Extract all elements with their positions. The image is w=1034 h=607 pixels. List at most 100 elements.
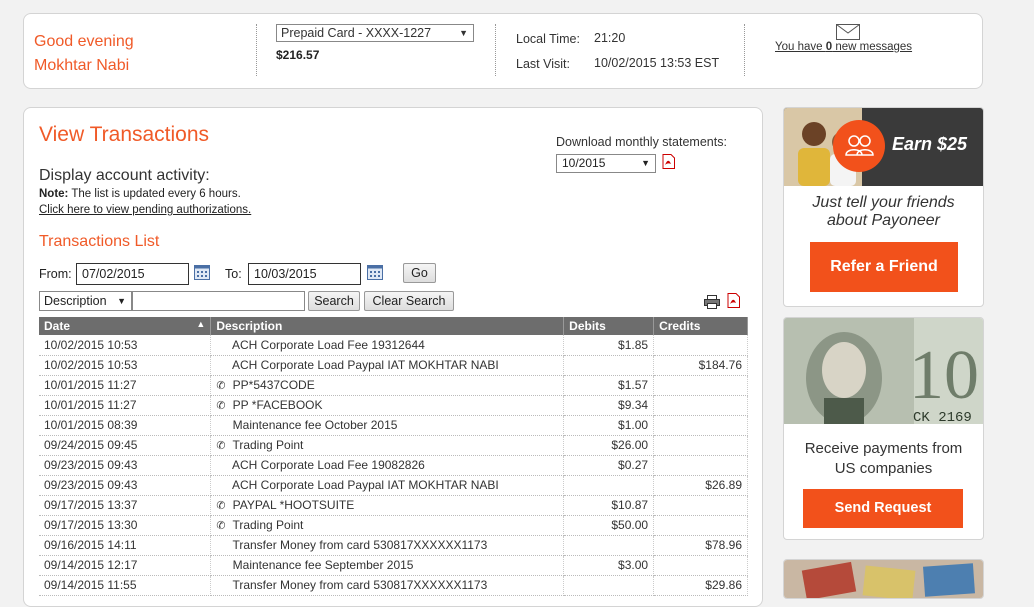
statement-month-select[interactable]: 10/2015 ▼ — [556, 154, 656, 173]
card-balance: $216.57 — [276, 48, 320, 62]
transactions-panel: View Transactions Download monthly state… — [23, 107, 763, 607]
dropdown-arrow-icon: ▼ — [641, 158, 650, 168]
search-input[interactable] — [132, 291, 305, 311]
cell-date: 09/16/2015 14:11 — [39, 535, 212, 556]
cell-description: Maintenance fee September 2015 — [210, 555, 565, 576]
phone-icon: ✆ — [216, 400, 226, 412]
table-row[interactable]: 09/23/2015 09:43 ACH Corporate Load Payp… — [39, 475, 748, 496]
cell-credit — [653, 495, 748, 516]
cell-debit — [563, 575, 655, 596]
user-name: Mokhtar Nabi — [34, 57, 130, 74]
last-visit-value: 10/02/2015 13:53 EST — [594, 56, 720, 70]
cell-debit: $50.00 — [563, 515, 655, 536]
cell-date: 09/23/2015 09:43 — [39, 455, 212, 476]
cell-date: 09/17/2015 13:30 — [39, 515, 212, 536]
table-row[interactable]: 09/24/2015 09:45 ✆ Trading Point $26.00 — [39, 435, 748, 456]
card-select[interactable]: Prepaid Card - XXXX-1227 ▼ — [276, 24, 474, 42]
refer-a-friend-promo: Earn $25 Just tell your friends about Pa… — [783, 107, 984, 307]
cell-debit: $0.27 — [563, 455, 655, 476]
clear-search-button[interactable]: Clear Search — [364, 291, 454, 311]
cell-date: 09/14/2015 12:17 — [39, 555, 212, 576]
cell-debit — [563, 355, 655, 376]
column-header-description[interactable]: Description — [210, 317, 565, 335]
cell-date: 09/24/2015 09:45 — [39, 435, 212, 456]
cell-description: ACH Corporate Load Paypal IAT MOKHTAR NA… — [210, 355, 565, 376]
column-header-credits[interactable]: Credits — [653, 317, 748, 335]
divider — [744, 24, 745, 76]
sort-icon[interactable]: ▲ — [196, 319, 205, 329]
pending-authorizations-link[interactable]: Click here to view pending authorization… — [39, 204, 251, 216]
table-row[interactable]: 10/01/2015 11:27 ✆ PP*5437CODE $1.57 — [39, 375, 748, 396]
table-row[interactable]: 10/01/2015 08:39 Maintenance fee October… — [39, 415, 748, 436]
calendar-icon[interactable] — [194, 265, 210, 280]
from-date-input[interactable]: 07/02/2015 — [76, 263, 189, 285]
greeting: Good evening Mokhtar Nabi — [34, 30, 134, 78]
table-row[interactable]: 10/02/2015 10:53 ACH Corporate Load Fee … — [39, 335, 748, 356]
local-time-value: 21:20 — [594, 31, 626, 45]
promo-photo — [784, 560, 983, 598]
page-title: View Transactions — [39, 123, 210, 146]
cell-debit — [563, 475, 655, 496]
receive-payments-promo: 10 CK 2169 Receive payments from US comp… — [783, 317, 984, 540]
phone-icon: ✆ — [216, 380, 226, 392]
cell-date: 10/02/2015 10:53 — [39, 335, 212, 356]
cell-description: ✆ Trading Point — [210, 515, 565, 536]
cell-debit: $10.87 — [563, 495, 655, 516]
cell-credit — [653, 515, 748, 536]
phone-icon: ✆ — [216, 520, 226, 532]
table-row[interactable]: 09/17/2015 13:37 ✆ PAYPAL *HOOTSUITE $10.8… — [39, 495, 748, 516]
cell-debit — [563, 535, 655, 556]
transactions-table: Date ▲ Description Debits Credits 10/02/2… — [39, 317, 748, 596]
cell-date: 10/02/2015 10:53 — [39, 355, 212, 376]
to-date-input[interactable]: 10/03/2015 — [248, 263, 361, 285]
banknote-photo: 10 CK 2169 — [784, 318, 983, 424]
calendar-icon[interactable] — [367, 265, 383, 280]
table-row[interactable]: 10/01/2015 11:27 ✆ PP *FACEBOOK $9.34 — [39, 395, 748, 416]
table-header-row: Date ▲ Description Debits Credits — [39, 317, 748, 335]
greeting-text: Good evening — [34, 33, 134, 50]
envelope-icon[interactable] — [836, 24, 860, 40]
column-header-debits[interactable]: Debits — [563, 317, 655, 335]
table-row[interactable]: 10/02/2015 10:53 ACH Corporate Load Payp… — [39, 355, 748, 376]
receive-payments-text: Receive payments from US companies — [804, 440, 963, 477]
cell-debit: $1.85 — [563, 335, 655, 356]
promo-card-partial — [783, 559, 984, 599]
from-label: From: — [39, 267, 72, 281]
cell-credit — [653, 435, 748, 456]
banknote-serial: CK 2169 — [913, 410, 972, 424]
cell-description: Maintenance fee October 2015 — [210, 415, 565, 436]
column-header-date[interactable]: Date ▲ — [39, 317, 212, 335]
search-button[interactable]: Search — [308, 291, 360, 311]
local-time-label: Local Time: — [516, 32, 580, 46]
cell-debit: $9.34 — [563, 395, 655, 416]
table-row[interactable]: 09/14/2015 11:55 Transfer Money from car… — [39, 575, 748, 596]
cell-credit: $78.96 — [653, 535, 748, 556]
send-request-button[interactable]: Send Request — [803, 489, 963, 528]
dropdown-arrow-icon: ▼ — [459, 28, 468, 38]
messages-link[interactable]: You have 0 new messages — [775, 41, 912, 53]
last-visit-label: Last Visit: — [516, 57, 570, 71]
table-row[interactable]: 09/23/2015 09:43 ACH Corporate Load Fee … — [39, 455, 748, 476]
refer-a-friend-button[interactable]: Refer a Friend — [810, 242, 958, 292]
earn-badge: Earn $25 — [892, 134, 968, 154]
printer-icon[interactable] — [704, 295, 720, 309]
cell-debit: $3.00 — [563, 555, 655, 576]
phone-icon: ✆ — [216, 440, 226, 452]
cell-credit: $29.86 — [653, 575, 748, 596]
refer-promo-text: Just tell your friends about Payoneer — [812, 194, 955, 229]
go-button[interactable]: Go — [403, 263, 436, 283]
cell-date: 10/01/2015 11:27 — [39, 375, 212, 396]
pdf-icon[interactable] — [727, 293, 740, 308]
cell-description: ✆ PAYPAL *HOOTSUITE — [210, 495, 565, 516]
table-row[interactable]: 09/17/2015 13:30 ✆ Trading Point $50.00 — [39, 515, 748, 536]
search-field-select[interactable]: Description ▼ — [39, 291, 132, 311]
cell-description: Transfer Money from card 530817XXXXXX117… — [210, 535, 565, 556]
table-row[interactable]: 09/14/2015 12:17 Maintenance fee Septemb… — [39, 555, 748, 576]
cell-credit — [653, 395, 748, 416]
cell-description: Transfer Money from card 530817XXXXXX117… — [210, 575, 565, 596]
pdf-icon[interactable] — [662, 154, 675, 169]
cell-credit — [653, 455, 748, 476]
cell-debit: $1.00 — [563, 415, 655, 436]
table-row[interactable]: 09/16/2015 14:11 Transfer Money from car… — [39, 535, 748, 556]
cell-date: 10/01/2015 08:39 — [39, 415, 212, 436]
